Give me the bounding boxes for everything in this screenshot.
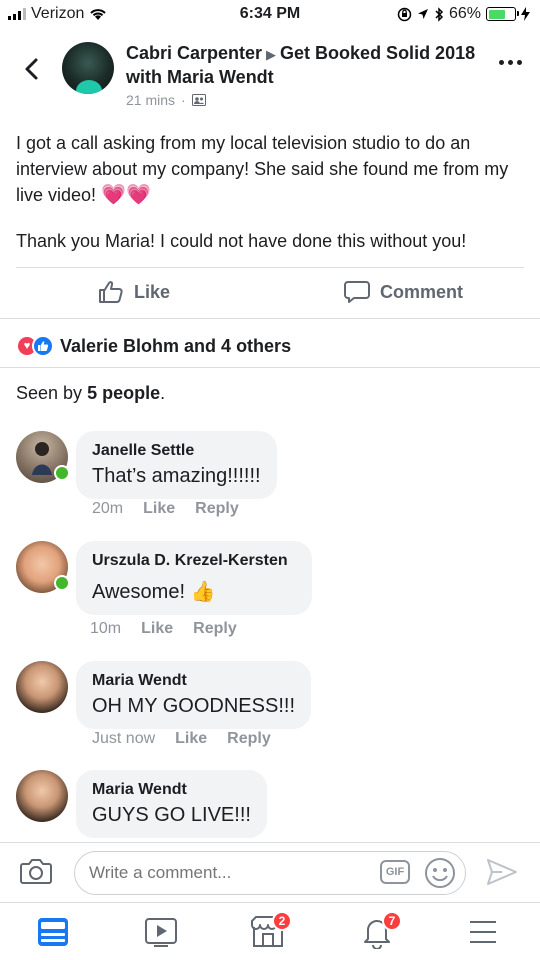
post-meta: 21 mins · <box>126 92 496 108</box>
emoji-icon[interactable] <box>424 857 456 889</box>
comment-time: 10m <box>90 620 122 637</box>
author-name[interactable]: Cabri Carpenter <box>126 43 262 63</box>
comment-label: Comment <box>380 281 464 302</box>
comment-text: That’s amazing!!!!!! <box>92 465 261 487</box>
seen-count: 5 people <box>87 383 161 403</box>
post-actions: Like Comment <box>0 274 540 314</box>
comment-meta: 20m Like Reply <box>92 500 239 518</box>
comment-time: 20m <box>92 500 124 517</box>
comment-reply-button[interactable]: Reply <box>195 500 239 518</box>
comment-meta: Just now Like Reply <box>92 730 271 748</box>
post-header: Cabri Carpenter ▶ Get Booked Solid 2018 wi… <box>0 38 540 108</box>
comment-text: Awesome! 👍 <box>92 581 216 603</box>
commenter-name[interactable]: Maria Wendt <box>92 671 295 691</box>
divider <box>16 267 524 268</box>
camera-icon[interactable] <box>20 857 52 885</box>
tab-menu[interactable] <box>466 915 506 949</box>
more-options-icon[interactable] <box>499 60 522 65</box>
divider <box>0 318 540 319</box>
comment-bubble[interactable]: Urszula D. Krezel-Kersten Awesome! 👍 <box>76 541 312 615</box>
comment-like-button[interactable]: Like <box>143 500 175 518</box>
comment-like-button[interactable]: Like <box>141 620 173 638</box>
triangle-right-icon: ▶ <box>266 47 277 62</box>
like-reaction-icon <box>32 335 54 357</box>
like-label: Like <box>134 281 171 302</box>
tab-marketplace[interactable]: 2 <box>250 911 292 949</box>
group-audience-icon <box>191 94 206 106</box>
status-bar: Verizon 6:34 PM 66% <box>0 0 540 30</box>
commenter-name[interactable]: Urszula D. Krezel-Kersten <box>92 551 288 571</box>
post-body: I got a call asking from my local televi… <box>16 130 516 254</box>
post-timestamp[interactable]: 21 mins <box>126 92 175 108</box>
notifications-badge: 7 <box>382 911 402 931</box>
post-paragraph-1: I got a call asking from my local televi… <box>16 133 509 206</box>
reactions-summary[interactable]: ♥ Valerie Blohm and 4 others <box>16 335 291 357</box>
tab-notifications[interactable]: 7 <box>360 911 402 950</box>
commenter-name[interactable]: Janelle Settle <box>92 441 261 461</box>
gif-button[interactable]: GIF <box>380 860 410 884</box>
comment-reply-button[interactable]: Reply <box>227 730 271 748</box>
watch-video-icon <box>145 918 177 947</box>
online-status-icon <box>54 465 70 481</box>
thumbs-up-icon <box>99 281 123 303</box>
like-button[interactable]: Like <box>98 280 170 304</box>
online-status-icon <box>54 575 70 591</box>
back-icon[interactable] <box>18 54 48 84</box>
comment-bubble[interactable]: Janelle Settle That’s amazing!!!!!! <box>76 431 277 499</box>
battery-icon <box>486 7 519 21</box>
post-paragraph-2: Thank you Maria! I could not have done t… <box>16 231 467 251</box>
comment-button[interactable]: Comment <box>344 280 463 304</box>
location-icon <box>417 9 428 19</box>
meta-separator: · <box>181 92 186 108</box>
battery-percent: 66% <box>448 5 481 22</box>
orientation-lock-icon <box>397 7 412 21</box>
tab-watch[interactable] <box>144 915 184 949</box>
comment-time: Just now <box>92 730 156 747</box>
reactions-label: Valerie Blohm and 4 others <box>60 335 292 356</box>
hamburger-menu-icon <box>470 921 496 943</box>
thumbs-up-emoji: 👍 <box>190 581 216 603</box>
tab-news-feed[interactable] <box>36 915 76 949</box>
comment-meta: 10m Like Reply <box>90 620 237 638</box>
status-right: 66% <box>397 5 530 23</box>
commenter-avatar[interactable] <box>16 661 68 713</box>
divider <box>0 367 540 368</box>
post-title: Cabri Carpenter ▶ Get Booked Solid 2018 wi… <box>126 42 496 88</box>
charging-icon <box>521 7 530 21</box>
news-feed-icon <box>38 918 68 946</box>
comment-reply-button[interactable]: Reply <box>193 620 237 638</box>
author-avatar[interactable] <box>62 42 114 94</box>
sparkling-heart-emoji: 💗💗 <box>101 184 151 206</box>
comment-like-button[interactable]: Like <box>175 730 207 748</box>
marketplace-badge: 2 <box>272 911 292 931</box>
comment-bubble[interactable]: Maria Wendt GUYS GO LIVE!!! <box>76 770 267 838</box>
commenter-name[interactable]: Maria Wendt <box>92 780 251 800</box>
comment-text: GUYS GO LIVE!!! <box>92 804 251 826</box>
bluetooth-icon <box>435 6 444 22</box>
send-icon[interactable] <box>486 857 518 887</box>
seen-by[interactable]: Seen by 5 people. <box>16 383 165 404</box>
commenter-avatar[interactable] <box>16 770 68 822</box>
comment-text: OH MY GOODNESS!!! <box>92 695 295 717</box>
comment-composer: GIF <box>0 842 540 902</box>
bottom-tab-bar: 2 7 <box>0 902 540 960</box>
comment-bubble[interactable]: Maria Wendt OH MY GOODNESS!!! <box>76 661 311 729</box>
comment-bubble-icon <box>344 281 370 303</box>
post-title-block: Cabri Carpenter ▶ Get Booked Solid 2018 wi… <box>126 42 496 108</box>
